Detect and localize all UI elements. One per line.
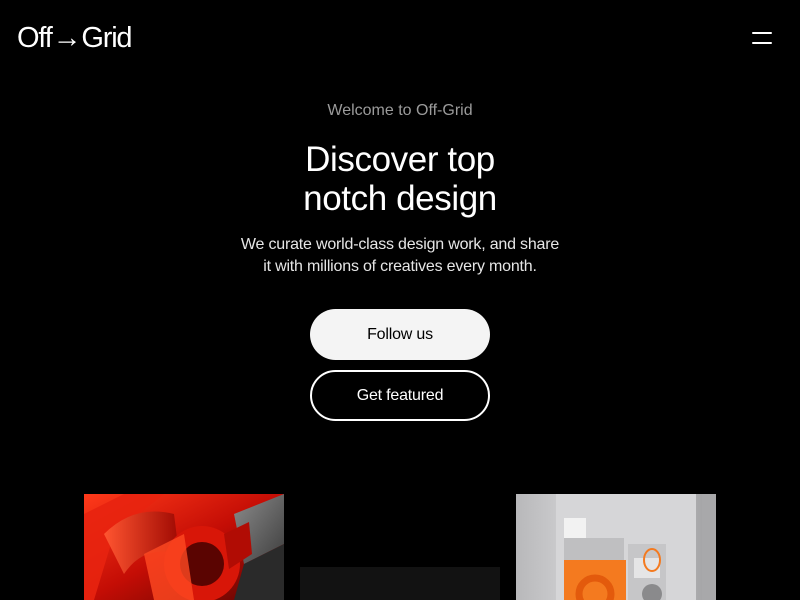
hamburger-menu-icon (752, 32, 772, 34)
gallery-item-dark[interactable] (300, 567, 500, 600)
gallery-item-orange-render[interactable] (516, 494, 716, 600)
hero-title-line-1: Discover top (305, 140, 495, 179)
menu-button[interactable] (748, 26, 776, 50)
page: Off → Grid Welcome to Off-Grid Discover to… (0, 0, 800, 600)
get-featured-button[interactable]: Get featured (310, 370, 490, 421)
logo-text-right: Grid (81, 22, 132, 54)
hero-subtitle-line-1: We curate world-class design work, and s… (240, 236, 560, 253)
gallery-item-red-render[interactable] (84, 494, 284, 600)
hero-eyebrow: Welcome to Off-Grid (327, 102, 473, 119)
logo-text-left: Off (17, 22, 53, 54)
follow-us-button[interactable]: Follow us (310, 309, 490, 360)
logo[interactable]: Off → Grid (17, 20, 133, 56)
orange-product-render-image (516, 494, 716, 600)
hamburger-menu-icon-line (752, 42, 772, 44)
dark-image (300, 567, 500, 600)
hero-title: Discover top notch design (200, 140, 600, 218)
abstract-red-render-image (84, 494, 284, 600)
hero-title-line-2: notch design (303, 179, 497, 218)
hero-subtitle-line-2: it with millions of creatives every mont… (263, 258, 537, 275)
hero-subtitle: We curate world-class design work, and s… (200, 234, 600, 278)
logo-arrow-icon: → (52, 22, 82, 54)
